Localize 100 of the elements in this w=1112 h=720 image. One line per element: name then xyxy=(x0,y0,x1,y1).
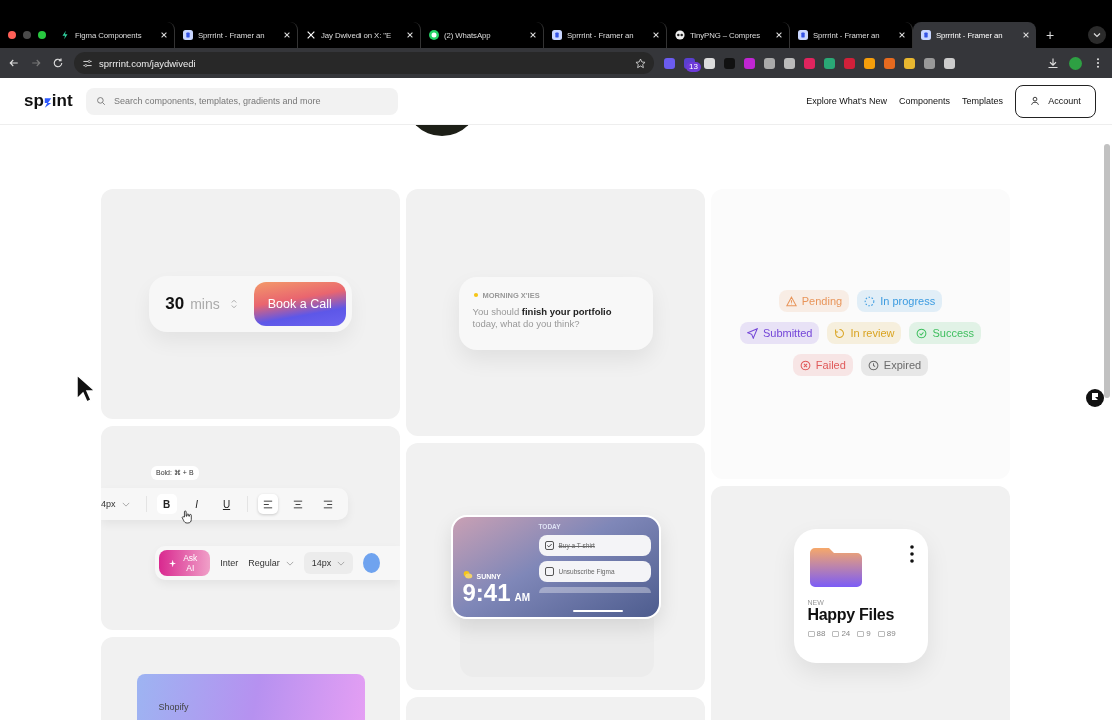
checkbox[interactable] xyxy=(544,540,554,550)
color-swatch[interactable] xyxy=(363,553,380,573)
logo-text[interactable]: sp xyxy=(24,91,44,111)
file-stat-icon xyxy=(877,630,885,637)
back-icon[interactable] xyxy=(8,57,20,69)
forward-icon[interactable] xyxy=(30,57,42,69)
profile-avatar[interactable] xyxy=(1069,56,1082,70)
duration-value: 30 xyxy=(165,294,185,314)
chat-icon xyxy=(429,30,439,40)
clock-period: AM xyxy=(514,591,531,603)
dashed-circle-icon xyxy=(864,295,876,307)
notification-message: You should finish your portfolio today, what do you think? xyxy=(472,305,613,331)
format-button[interactable]: B xyxy=(156,494,177,514)
file-stat-icon xyxy=(857,630,865,637)
close-light[interactable] xyxy=(8,31,16,39)
extension-icon[interactable] xyxy=(704,57,715,69)
bolt-icon xyxy=(60,30,70,40)
more-icon[interactable] xyxy=(909,545,914,563)
app-title: Happy Files xyxy=(807,606,895,624)
page-indicator xyxy=(572,609,623,612)
format-button[interactable]: I xyxy=(186,494,207,514)
status-chip: In progress xyxy=(857,290,943,312)
status-chip: In review xyxy=(827,322,902,344)
weight-dropdown[interactable]: Regular xyxy=(248,558,294,568)
extension-icon[interactable] xyxy=(764,57,775,69)
refresh-icon xyxy=(834,327,846,339)
status-chip: Expired xyxy=(860,354,929,376)
status-chip: Failed xyxy=(792,354,853,376)
tune-icon[interactable] xyxy=(82,57,93,69)
warning-icon xyxy=(785,295,797,307)
search-field[interactable]: Search components, templates, gradients and more xyxy=(86,87,398,115)
sun-icon xyxy=(472,292,479,299)
chevron-down-icon xyxy=(337,560,346,566)
sparkle-icon xyxy=(169,558,177,568)
align-button[interactable] xyxy=(257,494,278,514)
download-icon[interactable] xyxy=(1047,57,1059,69)
file-count: 89 xyxy=(877,629,896,638)
size-dropdown[interactable]: 4px xyxy=(101,495,136,513)
status-chip: Submitted xyxy=(739,322,820,344)
chevron-down-icon xyxy=(121,501,130,507)
pointer-cursor-icon xyxy=(76,374,96,404)
close-icon[interactable] xyxy=(529,31,537,39)
book-call-button[interactable]: Book a Call xyxy=(253,282,346,326)
extension-icon[interactable] xyxy=(864,57,875,69)
clock-icon xyxy=(867,359,879,371)
file-stat-icon xyxy=(807,630,815,637)
file-count: 24 xyxy=(832,629,851,638)
close-icon[interactable] xyxy=(1022,31,1030,39)
account-button[interactable]: Account xyxy=(1015,84,1096,118)
site-icon xyxy=(921,30,931,40)
close-icon[interactable] xyxy=(652,31,660,39)
user-icon xyxy=(1030,96,1041,106)
chevron-down-icon xyxy=(285,560,294,566)
new-tab-button[interactable]: + xyxy=(1046,27,1055,43)
clock-time: 9:41 xyxy=(462,580,511,605)
extension-icon[interactable] xyxy=(884,57,895,69)
font-name[interactable]: Inter xyxy=(220,558,239,568)
file-count: 9 xyxy=(857,629,871,638)
close-icon[interactable] xyxy=(898,31,906,39)
product-label: Shopify xyxy=(158,702,189,712)
logo-mark-icon[interactable] xyxy=(43,96,52,109)
site-icon xyxy=(798,30,808,40)
extension-icon[interactable] xyxy=(924,57,935,69)
extension-icon[interactable] xyxy=(824,57,835,69)
nav-link[interactable]: Components xyxy=(898,96,950,106)
duration-unit: mins xyxy=(190,296,220,312)
align-left-icon xyxy=(262,499,273,509)
nav-link[interactable]: Templates xyxy=(961,96,1003,106)
star-icon[interactable] xyxy=(635,57,646,69)
x-icon xyxy=(306,30,316,40)
search-icon xyxy=(96,95,106,106)
nav-link[interactable]: Explore What's New xyxy=(806,96,887,106)
align-center-icon xyxy=(292,499,303,509)
panda-icon xyxy=(675,30,685,40)
scrollbar-thumb[interactable] xyxy=(1104,144,1110,398)
close-icon[interactable] xyxy=(160,31,168,39)
align-right-icon xyxy=(322,499,333,509)
reload-icon[interactable] xyxy=(52,57,64,69)
close-icon[interactable] xyxy=(406,31,414,39)
extension-icon[interactable] xyxy=(944,57,955,69)
size-dropdown[interactable]: 14px xyxy=(303,552,354,574)
file-stat-icon xyxy=(832,630,840,637)
close-icon[interactable] xyxy=(775,31,783,39)
address-bar[interactable]: sprrrint.com/jaydwivedi xyxy=(74,52,654,74)
chevron-down-icon[interactable] xyxy=(1088,26,1106,44)
send-icon xyxy=(746,327,758,339)
check-icon xyxy=(545,541,553,549)
extension-badge: 13 xyxy=(686,61,701,72)
file-count: 88 xyxy=(807,629,826,638)
close-icon[interactable] xyxy=(283,31,291,39)
zoom-light[interactable] xyxy=(38,31,46,39)
checkbox[interactable] xyxy=(544,566,554,576)
site-icon xyxy=(183,30,193,40)
logo-text[interactable]: int xyxy=(51,91,73,111)
format-button[interactable]: U xyxy=(216,494,237,514)
framer-badge-icon[interactable] xyxy=(1086,389,1104,407)
extension-icon[interactable] xyxy=(784,57,795,69)
status-chip: Pending xyxy=(778,290,850,312)
extension-icon[interactable] xyxy=(904,57,915,69)
folder-icon xyxy=(807,545,864,589)
